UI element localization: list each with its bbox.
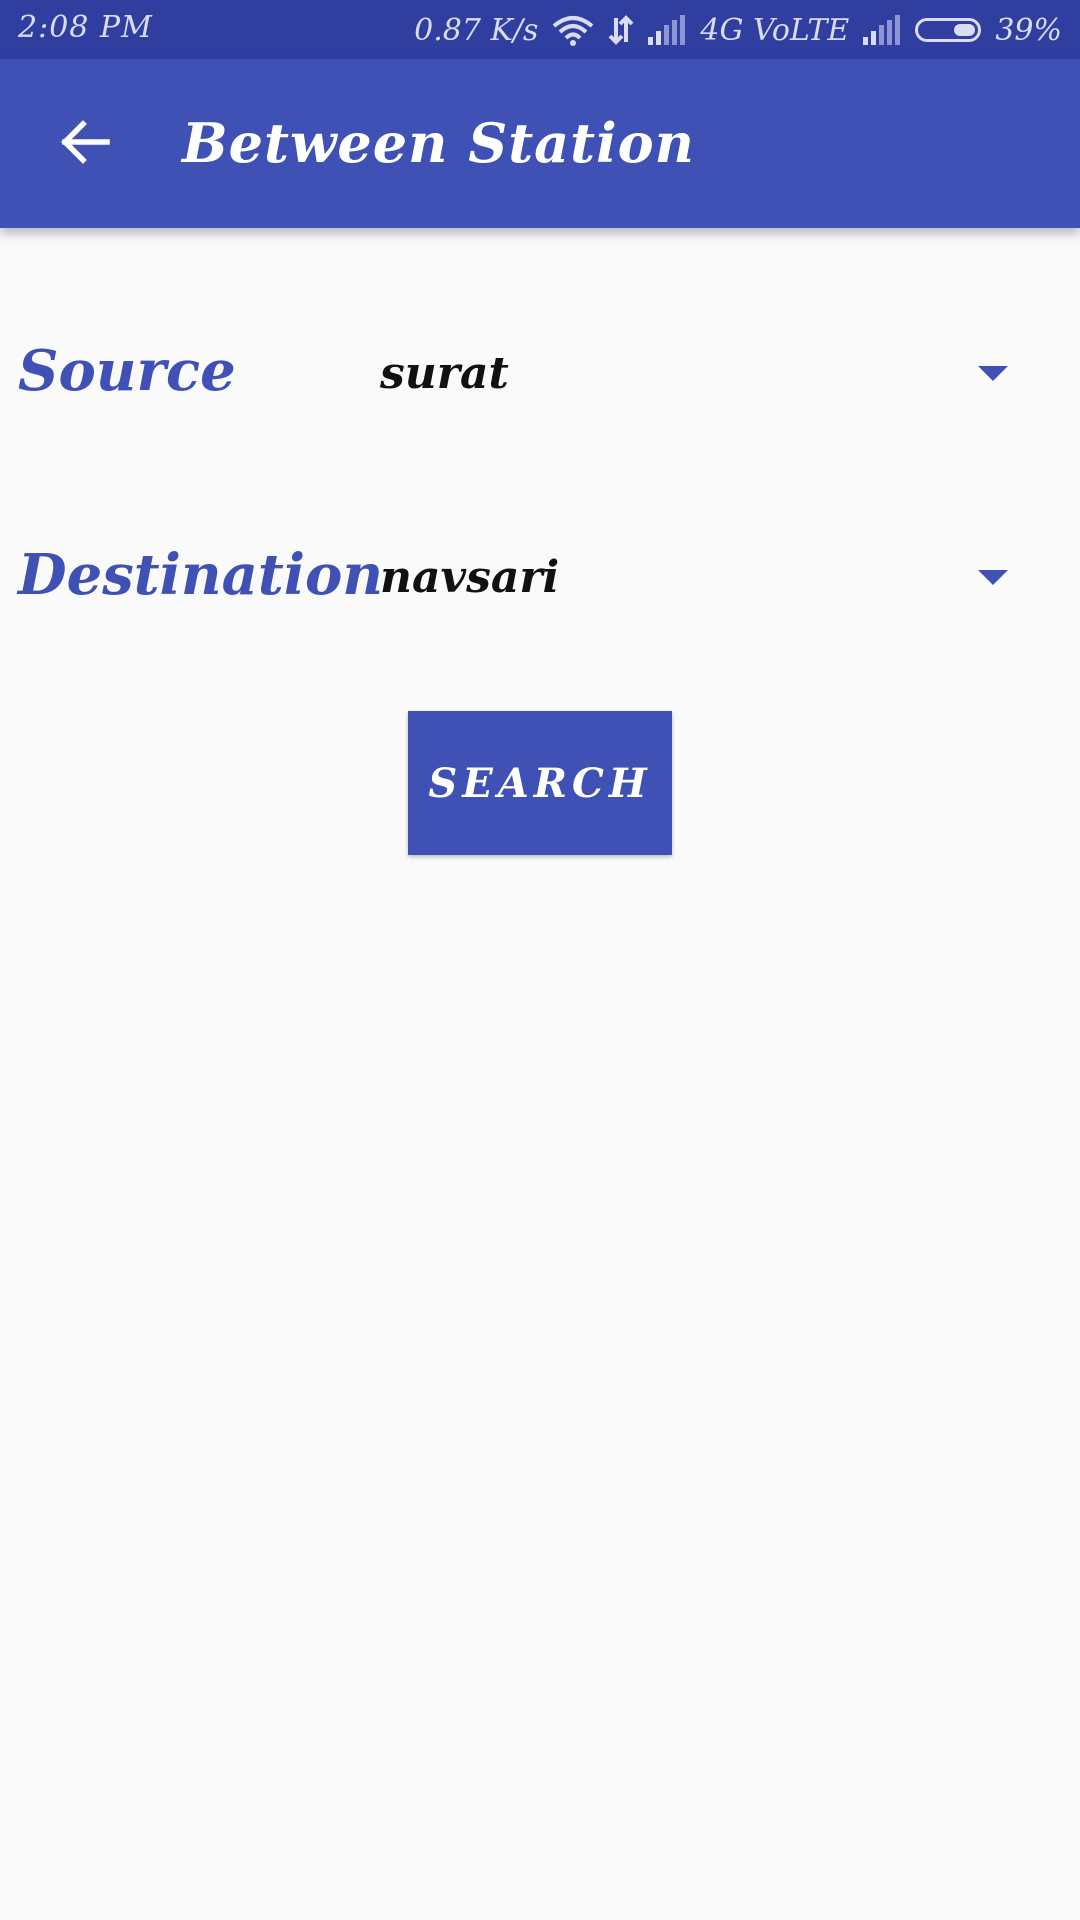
search-button[interactable]: SEARCH	[408, 711, 672, 855]
signal-icon	[863, 15, 901, 45]
status-bar: 2:08 PM 0.87 K/s 4G VoLTE 39%	[0, 0, 1080, 59]
arrow-back-icon	[59, 118, 111, 170]
signal-icon	[648, 15, 686, 45]
battery-level	[954, 24, 976, 36]
source-spinner[interactable]: surat	[370, 326, 1030, 426]
source-label: Source	[18, 338, 236, 404]
destination-row: Destination navsari	[0, 524, 1080, 634]
network-type: 4G VoLTE	[700, 12, 850, 48]
data-transfer-icon	[608, 14, 634, 46]
destination-value: navsari	[380, 552, 560, 603]
battery-icon	[915, 18, 982, 42]
source-row: Source surat	[0, 320, 1080, 430]
status-icons: 0.87 K/s 4G VoLTE 39%	[414, 10, 1062, 50]
wifi-icon	[552, 14, 594, 46]
network-speed: 0.87 K/s	[414, 12, 539, 48]
status-time: 2:08 PM	[18, 10, 153, 45]
destination-spinner[interactable]: navsari	[370, 530, 1030, 630]
dropdown-arrow-icon	[978, 570, 1008, 585]
destination-label: Destination	[18, 542, 384, 608]
battery-percent: 39%	[995, 12, 1062, 48]
source-value: surat	[380, 348, 509, 399]
back-button[interactable]	[40, 104, 130, 184]
dropdown-arrow-icon	[978, 366, 1008, 381]
page-title: Between Station	[182, 111, 695, 175]
app-bar: Between Station	[0, 59, 1080, 228]
